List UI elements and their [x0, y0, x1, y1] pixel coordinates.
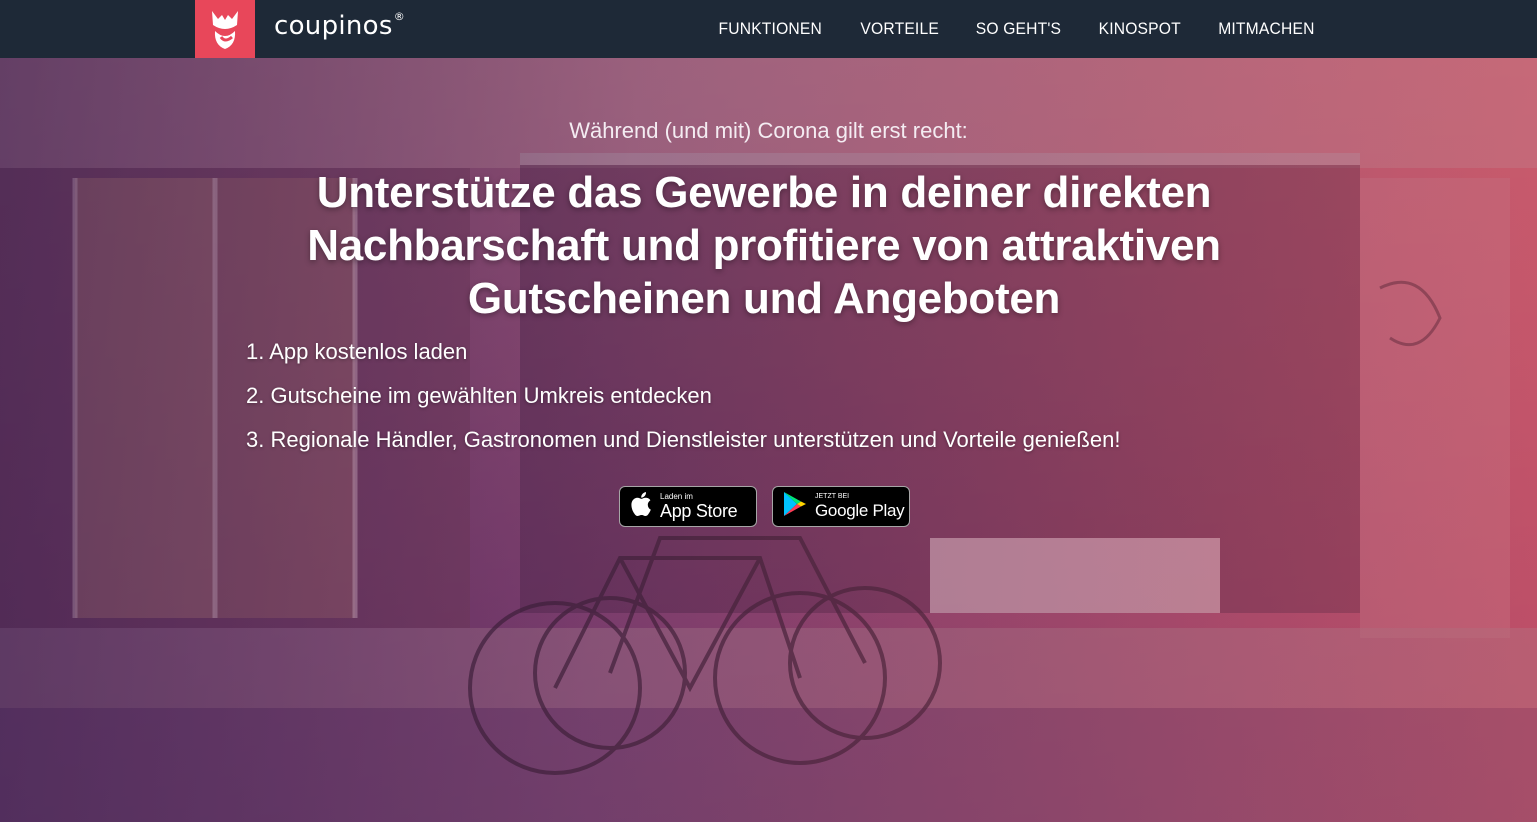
hero-section: Während (und mit) Corona gilt erst recht…	[0, 58, 1537, 822]
google-play-button[interactable]: JETZT BEI Google Play	[772, 486, 910, 527]
app-store-big-label: App Store	[660, 501, 738, 521]
nav-item-vorteile[interactable]: VORTEILE	[860, 19, 939, 39]
top-navbar: coupinos® FUNKTIONEN VORTEILE SO GEHT'S …	[0, 0, 1537, 58]
nav-item-kinospot[interactable]: KINOSPOT	[1098, 19, 1180, 39]
apple-icon	[630, 491, 652, 522]
hero-content: Während (und mit) Corona gilt erst recht…	[0, 58, 1537, 822]
step-item: 2. Gutscheine im gewählten Umkreis entde…	[246, 383, 712, 408]
main-nav: FUNKTIONEN VORTEILE SO GEHT'S KINOSPOT M…	[714, 0, 1319, 58]
hero-kicker: Während (und mit) Corona gilt erst recht…	[569, 118, 968, 143]
google-play-icon	[783, 491, 807, 522]
nav-item-funktionen[interactable]: FUNKTIONEN	[719, 19, 823, 39]
google-play-big-label: Google Play	[815, 501, 905, 520]
app-store-small-label: Laden im	[660, 492, 693, 501]
nav-item-so-gehts[interactable]: SO GEHT'S	[976, 19, 1061, 39]
store-badges: Laden im App Store JETZT BEI Google Play	[619, 486, 910, 527]
steps-list: 1. App kostenlos laden 2. Gutscheine im …	[246, 336, 1120, 468]
google-play-small-label: JETZT BEI	[815, 493, 850, 500]
app-store-text: Laden im App Store	[660, 492, 738, 521]
step-item: 3. Regionale Händler, Gastronomen und Di…	[246, 427, 1121, 452]
hero-headline: Unterstütze das Gewerbe in deiner direkt…	[307, 168, 1221, 323]
google-play-text: JETZT BEI Google Play	[815, 492, 905, 521]
brand-name[interactable]: coupinos®	[274, 10, 406, 41]
registered-mark: ®	[393, 10, 406, 24]
logo-fox-icon[interactable]	[195, 0, 255, 58]
brand-text: coupinos	[274, 11, 393, 41]
app-store-button[interactable]: Laden im App Store	[619, 486, 757, 527]
nav-item-mitmachen[interactable]: MITMACHEN	[1218, 19, 1314, 39]
step-item: 1. App kostenlos laden	[246, 339, 468, 364]
